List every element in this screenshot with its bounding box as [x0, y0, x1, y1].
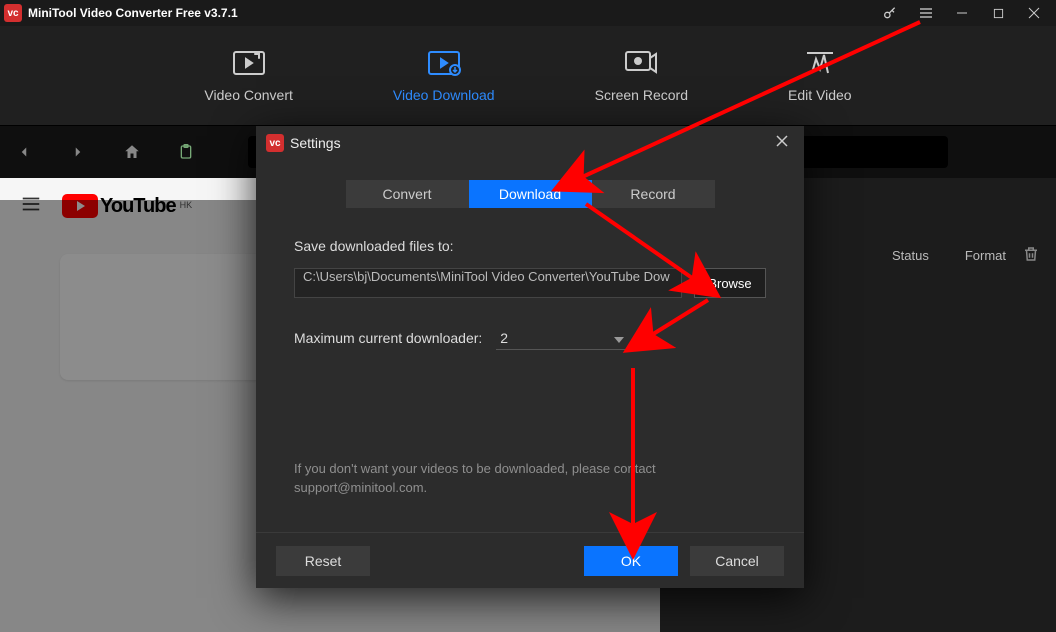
support-note: If you don't want your videos to be down…	[294, 460, 766, 498]
dialog-logo-icon: vc	[266, 134, 284, 152]
ok-button[interactable]: OK	[584, 546, 678, 576]
max-downloader-value: 2	[500, 330, 508, 346]
edit-video-icon	[802, 49, 838, 77]
top-tabs: Video Convert Video Download Screen Reco…	[0, 26, 1056, 126]
tab-label: Video Download	[393, 87, 495, 103]
save-path-label: Save downloaded files to:	[294, 238, 766, 254]
column-status: Status	[892, 248, 929, 263]
key-icon[interactable]	[872, 0, 908, 26]
maximize-button[interactable]	[980, 0, 1016, 26]
settings-dialog: vc Settings Convert Download Record Save…	[256, 126, 804, 588]
nav-clipboard-icon[interactable]	[174, 140, 198, 164]
dialog-footer: Reset OK Cancel	[256, 532, 804, 588]
column-format: Format	[965, 248, 1006, 263]
tab-video-download[interactable]: Video Download	[393, 49, 495, 103]
tab-edit-video[interactable]: Edit Video	[788, 49, 852, 103]
minimize-button[interactable]	[944, 0, 980, 26]
window-title: MiniTool Video Converter Free v3.7.1	[28, 6, 238, 20]
chevron-down-icon	[614, 330, 624, 346]
nav-home-icon[interactable]	[120, 140, 144, 164]
video-download-icon	[426, 49, 462, 77]
tab-screen-record[interactable]: Screen Record	[595, 49, 688, 103]
title-bar: vc MiniTool Video Converter Free v3.7.1	[0, 0, 1056, 26]
nav-back-icon[interactable]	[12, 140, 36, 164]
settings-tab-convert[interactable]: Convert	[346, 180, 469, 208]
hamburger-menu-icon[interactable]	[908, 0, 944, 26]
tab-video-convert[interactable]: Video Convert	[204, 49, 292, 103]
app-logo-icon: vc	[4, 4, 22, 22]
settings-tab-download[interactable]: Download	[469, 180, 592, 208]
reset-button[interactable]: Reset	[276, 546, 370, 576]
video-convert-icon	[231, 49, 267, 77]
trash-icon[interactable]	[1022, 244, 1040, 269]
save-path-input[interactable]: C:\Users\bj\Documents\MiniTool Video Con…	[294, 268, 682, 298]
dialog-title: Settings	[290, 135, 341, 151]
browse-button[interactable]: Browse	[694, 268, 766, 298]
tab-label: Video Convert	[204, 87, 292, 103]
dialog-close-icon[interactable]	[770, 134, 794, 152]
nav-forward-icon[interactable]	[66, 140, 90, 164]
close-button[interactable]	[1016, 0, 1052, 26]
cancel-button[interactable]: Cancel	[690, 546, 784, 576]
settings-tab-record[interactable]: Record	[592, 180, 715, 208]
max-downloader-label: Maximum current downloader:	[294, 330, 482, 346]
settings-tabs: Convert Download Record	[256, 180, 804, 208]
tab-label: Screen Record	[595, 87, 688, 103]
dialog-body: Save downloaded files to: C:\Users\bj\Do…	[256, 238, 804, 532]
tab-label: Edit Video	[788, 87, 852, 103]
screen-record-icon	[623, 49, 659, 77]
dialog-header: vc Settings	[256, 126, 804, 160]
max-downloader-select[interactable]: 2	[496, 326, 628, 350]
